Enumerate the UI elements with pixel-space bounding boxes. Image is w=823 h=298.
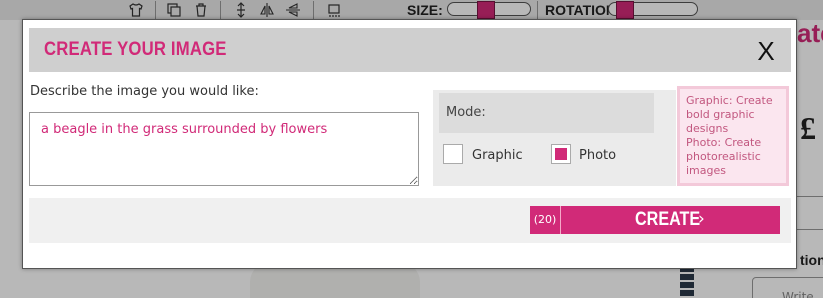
dialog-footer: (20) CREATE › (29, 198, 791, 243)
credits-count: (20) (530, 206, 561, 234)
mode-panel: Mode: Graphic Photo (433, 90, 676, 186)
photo-option-label[interactable]: Photo (579, 148, 616, 163)
create-button[interactable]: (20) CREATE › (530, 206, 780, 234)
graphic-help-text: Graphic: Create bold graphic designs (686, 94, 773, 135)
mode-label: Mode: (446, 105, 486, 120)
mode-help-box: Graphic: Create bold graphic designs Pho… (677, 86, 789, 186)
dialog-header: CREATE YOUR IMAGE X (29, 28, 791, 72)
dialog-title: CREATE YOUR IMAGE (44, 39, 227, 60)
graphic-checkbox[interactable] (443, 144, 463, 164)
chevron-right-icon: › (698, 209, 705, 229)
photo-checkbox[interactable] (551, 144, 571, 164)
photo-help-text: Photo: Create photorealistic images (686, 136, 762, 177)
graphic-option-label[interactable]: Graphic (472, 148, 523, 163)
describe-label: Describe the image you would like: (30, 84, 259, 99)
create-image-dialog: CREATE YOUR IMAGE X Describe the image y… (22, 19, 797, 269)
close-icon[interactable]: X (754, 36, 778, 66)
mode-label-box: Mode: (439, 93, 654, 133)
prompt-input[interactable]: a beagle in the grass surrounded by flow… (29, 112, 419, 186)
create-button-label: CREATE (635, 209, 701, 230)
